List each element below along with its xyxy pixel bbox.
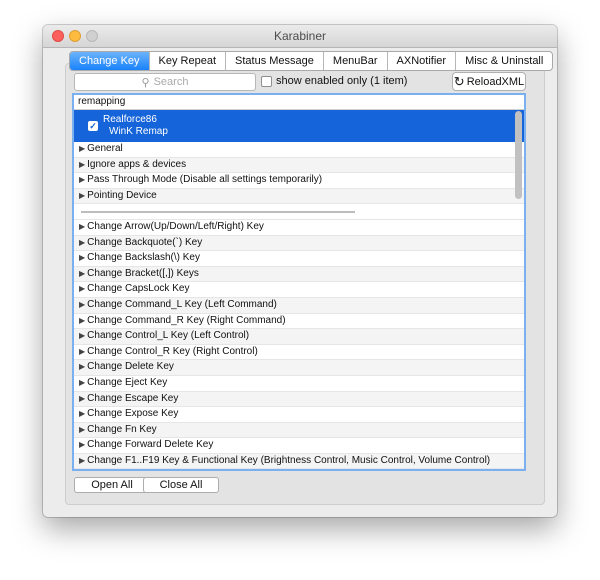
disclosure-triangle-icon[interactable]: ▶ bbox=[79, 378, 85, 387]
disclosure-triangle-icon[interactable]: ▶ bbox=[79, 362, 85, 371]
disclosure-triangle-icon[interactable]: ▶ bbox=[79, 331, 85, 340]
setting-row[interactable]: ▶ Change Forward Delete Key bbox=[74, 438, 524, 454]
group-row[interactable]: ▶ General bbox=[74, 142, 524, 158]
row-label: Change Expose Key bbox=[87, 408, 179, 420]
disclosure-triangle-icon[interactable]: ▶ bbox=[79, 394, 85, 403]
row-label: Change Help Key bbox=[87, 470, 165, 471]
separator-row bbox=[74, 204, 524, 220]
refresh-icon: ↻ bbox=[453, 73, 465, 89]
row-label: Change Control_L Key (Left Control) bbox=[87, 330, 250, 342]
row-label: Change CapsLock Key bbox=[87, 283, 190, 295]
setting-row[interactable]: ▶ Change Command_L Key (Left Command) bbox=[74, 297, 524, 314]
show-enabled-only-checkbox[interactable] bbox=[261, 75, 272, 87]
setting-row[interactable]: ▶ Change Arrow(Up/Down/Left/Right) Key bbox=[74, 220, 524, 236]
group-row[interactable]: ▶ Pass Through Mode (Disable all settings… bbox=[74, 173, 524, 189]
row-label: Change Backquote(`) Key bbox=[87, 236, 203, 248]
setting-row[interactable]: ▶ Change Control_L Key (Left Control) bbox=[74, 329, 524, 345]
disclosure-triangle-icon[interactable]: ▶ bbox=[79, 238, 85, 247]
row-label: General bbox=[87, 143, 123, 154]
setting-row[interactable]: ▶ Change Escape Key bbox=[74, 391, 524, 408]
row-label: Change Control_R Key (Right Control) bbox=[87, 345, 258, 357]
open-all-button[interactable]: Open All bbox=[74, 477, 150, 493]
tab-key-repeat[interactable]: Key Repeat bbox=[148, 52, 225, 70]
row-label: Change F1..F19 Key & Functional Key (Bri… bbox=[87, 454, 491, 466]
disclosure-triangle-icon[interactable]: ▶ bbox=[79, 409, 85, 418]
tab-misc-uninstall[interactable]: Misc & Uninstall bbox=[455, 52, 552, 70]
setting-row[interactable]: ▶ Change Control_R Key (Right Control) bbox=[74, 345, 524, 361]
disclosure-triangle-icon[interactable]: ▶ bbox=[79, 425, 85, 434]
row-label: Change Backslash(\) Key bbox=[87, 252, 200, 264]
row-label: Change Delete Key bbox=[87, 361, 174, 373]
disclosure-triangle-icon[interactable]: ▶ bbox=[79, 284, 85, 293]
selected-setting-subtitle: WinK Remap bbox=[109, 126, 168, 137]
disclosure-triangle-icon[interactable]: ▶ bbox=[79, 175, 85, 184]
show-enabled-only-toggle[interactable]: show enabled only (1 item) bbox=[261, 75, 407, 87]
row-label: Pass Through Mode (Disable all settings … bbox=[87, 174, 323, 186]
search-icon: ⚲ bbox=[141, 76, 150, 89]
setting-row[interactable]: ▶ Change Fn Key bbox=[74, 422, 524, 439]
disclosure-triangle-icon[interactable]: ▶ bbox=[79, 347, 85, 356]
tab-bar: Change Key Key Repeat Status Message Men… bbox=[69, 51, 554, 71]
setting-row[interactable]: ▶ Change Delete Key bbox=[74, 360, 524, 376]
tab-axnotifier[interactable]: AXNotifier bbox=[386, 52, 456, 70]
enabled-checkbox[interactable]: ✓ bbox=[88, 121, 98, 131]
row-label: Change Command_L Key (Left Command) bbox=[87, 298, 277, 310]
tab-change-key[interactable]: Change Key bbox=[70, 52, 149, 70]
setting-row[interactable]: ▶ Change Command_R Key (Right Command) bbox=[74, 314, 524, 330]
disclosure-triangle-icon[interactable]: ▶ bbox=[79, 222, 85, 231]
selected-setting-title: Realforce86 bbox=[103, 114, 157, 125]
title-bar: Karabiner bbox=[43, 25, 557, 48]
filter-text-field[interactable]: remapping bbox=[74, 95, 524, 110]
setting-row[interactable]: ▶ Change Backslash(\) Key bbox=[74, 251, 524, 267]
disclosure-triangle-icon[interactable]: ▶ bbox=[79, 316, 85, 325]
setting-row[interactable]: ▶ Change Bracket([,]) Keys bbox=[74, 266, 524, 283]
close-all-button[interactable]: Close All bbox=[143, 477, 219, 493]
disclosure-triangle-icon[interactable]: ▶ bbox=[79, 144, 85, 153]
search-input[interactable]: ⚲ Search bbox=[74, 73, 256, 91]
tab-menubar[interactable]: MenuBar bbox=[322, 52, 387, 70]
setting-row[interactable]: ▶ Change Expose Key bbox=[74, 407, 524, 423]
vertical-scrollbar[interactable] bbox=[515, 111, 522, 199]
karabiner-window: Karabiner Change Key Key Repeat Status M… bbox=[43, 25, 557, 517]
selected-setting-row[interactable]: ✓ Realforce86 WinK Remap bbox=[74, 110, 524, 142]
disclosure-triangle-icon[interactable]: ▶ bbox=[79, 191, 85, 200]
separator-line bbox=[81, 211, 355, 214]
show-enabled-only-label: show enabled only (1 item) bbox=[276, 75, 408, 87]
disclosure-triangle-icon[interactable]: ▶ bbox=[79, 300, 85, 309]
tab-status-message[interactable]: Status Message bbox=[225, 52, 323, 70]
row-label: Ignore apps & devices bbox=[87, 158, 187, 170]
row-label: Change Forward Delete Key bbox=[87, 439, 214, 451]
row-label: Change Fn Key bbox=[87, 423, 157, 435]
search-placeholder: Search bbox=[153, 76, 189, 88]
row-label: Change Arrow(Up/Down/Left/Right) Key bbox=[87, 220, 264, 232]
group-row[interactable]: ▶ Ignore apps & devices bbox=[74, 157, 524, 174]
setting-row[interactable]: ▶ Change Eject Key bbox=[74, 376, 524, 392]
setting-row[interactable]: ▶ Change Backquote(`) Key bbox=[74, 235, 524, 252]
disclosure-triangle-icon[interactable]: ▶ bbox=[79, 269, 85, 278]
row-label: Change Eject Key bbox=[87, 376, 168, 388]
disclosure-triangle-icon[interactable]: ▶ bbox=[79, 253, 85, 262]
settings-list[interactable]: remapping ✓ Realforce86 WinK Remap ▶ Gene… bbox=[72, 93, 526, 471]
disclosure-triangle-icon[interactable]: ▶ bbox=[79, 440, 85, 449]
setting-row[interactable]: ▶Change Help Key bbox=[74, 469, 524, 471]
group-row[interactable]: ▶ Pointing Device bbox=[74, 188, 524, 205]
row-label: Change Bracket([,]) Keys bbox=[87, 267, 199, 279]
row-label: Change Command_R Key (Right Command) bbox=[87, 314, 286, 326]
window-title: Karabiner bbox=[273, 29, 327, 43]
reload-xml-label: ReloadXML bbox=[466, 75, 525, 88]
setting-row[interactable]: ▶ Change CapsLock Key bbox=[74, 282, 524, 298]
reload-xml-button[interactable]: ↻ ReloadXML bbox=[452, 72, 526, 91]
row-label: Pointing Device bbox=[87, 189, 157, 201]
disclosure-triangle-icon[interactable]: ▶ bbox=[79, 456, 85, 465]
row-label: Change Escape Key bbox=[87, 392, 179, 404]
setting-row[interactable]: ▶ Change F1..F19 Key & Functional Key (Br… bbox=[74, 453, 524, 469]
disclosure-triangle-icon[interactable]: ▶ bbox=[79, 160, 85, 169]
